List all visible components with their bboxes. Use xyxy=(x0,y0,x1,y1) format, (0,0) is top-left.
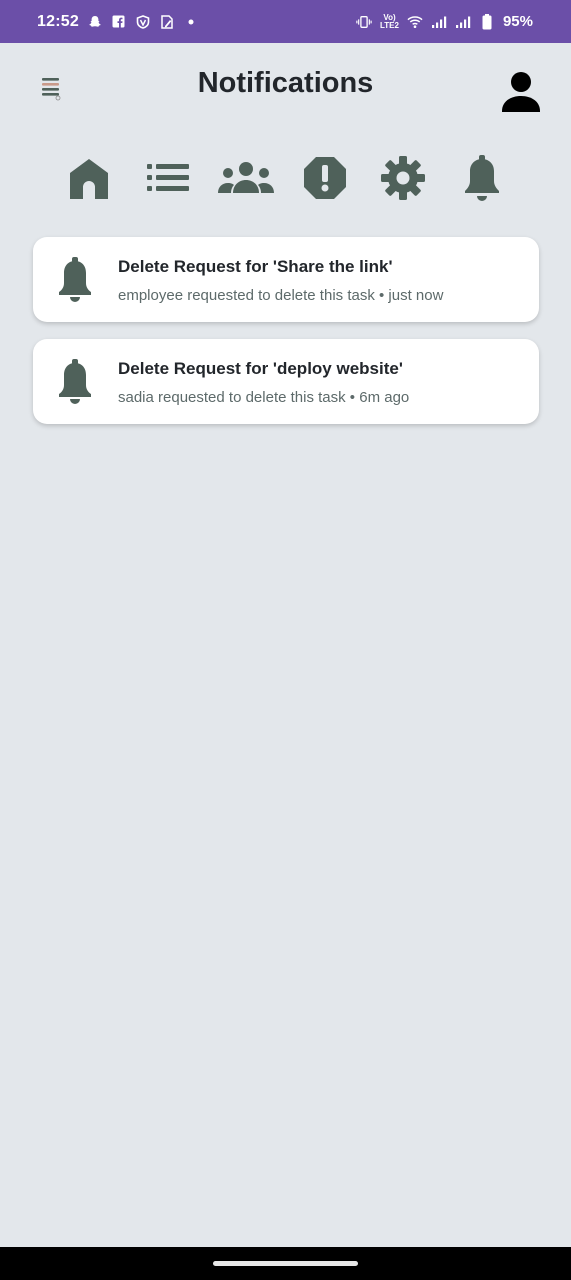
signal-icon xyxy=(455,14,471,30)
volte-icon: Vo) LTE2 xyxy=(380,13,399,30)
home-icon xyxy=(70,159,108,199)
vibrate-icon xyxy=(356,14,372,30)
snapchat-icon xyxy=(87,14,103,30)
app-header: Notifications xyxy=(0,43,571,135)
notification-card[interactable]: Delete Request for 'deploy website' sadi… xyxy=(33,339,539,424)
system-navigation-bar xyxy=(0,1247,571,1280)
notification-list: Delete Request for 'Share the link' empl… xyxy=(33,237,539,441)
nav-alerts[interactable] xyxy=(301,150,349,206)
dot-icon xyxy=(183,14,199,30)
nav-users[interactable] xyxy=(216,150,276,206)
wifi-icon xyxy=(407,14,423,30)
battery-icon xyxy=(479,13,495,30)
icon-navigation xyxy=(0,150,571,210)
nav-notifications[interactable] xyxy=(460,150,504,206)
status-time: 12:52 xyxy=(37,12,79,30)
status-bar-left: 12:52 xyxy=(37,13,199,31)
notification-subtitle: employee requested to delete this task •… xyxy=(118,287,444,304)
facebook-icon xyxy=(111,14,127,30)
notification-title: Delete Request for 'Share the link' xyxy=(118,257,393,276)
status-bar-right: Vo) LTE2 95% xyxy=(356,13,533,30)
signal-icon xyxy=(431,14,447,30)
list-icon xyxy=(147,164,189,191)
sim-edit-icon xyxy=(159,14,175,30)
nav-home[interactable] xyxy=(66,150,112,206)
page-title: Notifications xyxy=(197,67,374,99)
vpn-icon xyxy=(135,14,151,30)
alert-octagon-icon xyxy=(304,157,346,199)
volte-line2: LTE2 xyxy=(380,20,399,30)
bell-icon xyxy=(56,257,94,303)
status-bar: 12:52 Vo) LTE2 95% xyxy=(0,0,571,43)
notification-title: Delete Request for 'deploy website' xyxy=(118,359,403,378)
bell-icon xyxy=(56,359,94,405)
nav-list[interactable] xyxy=(144,150,192,206)
notification-card[interactable]: Delete Request for 'Share the link' empl… xyxy=(33,237,539,322)
users-icon xyxy=(218,162,274,193)
bell-icon xyxy=(465,155,499,201)
battery-percentage: 95% xyxy=(502,13,533,30)
user-icon[interactable] xyxy=(500,71,542,113)
home-indicator[interactable] xyxy=(213,1261,358,1266)
nav-settings[interactable] xyxy=(378,150,428,206)
gear-icon xyxy=(381,156,425,200)
notification-subtitle: sadia requested to delete this task • 6m… xyxy=(118,389,410,406)
